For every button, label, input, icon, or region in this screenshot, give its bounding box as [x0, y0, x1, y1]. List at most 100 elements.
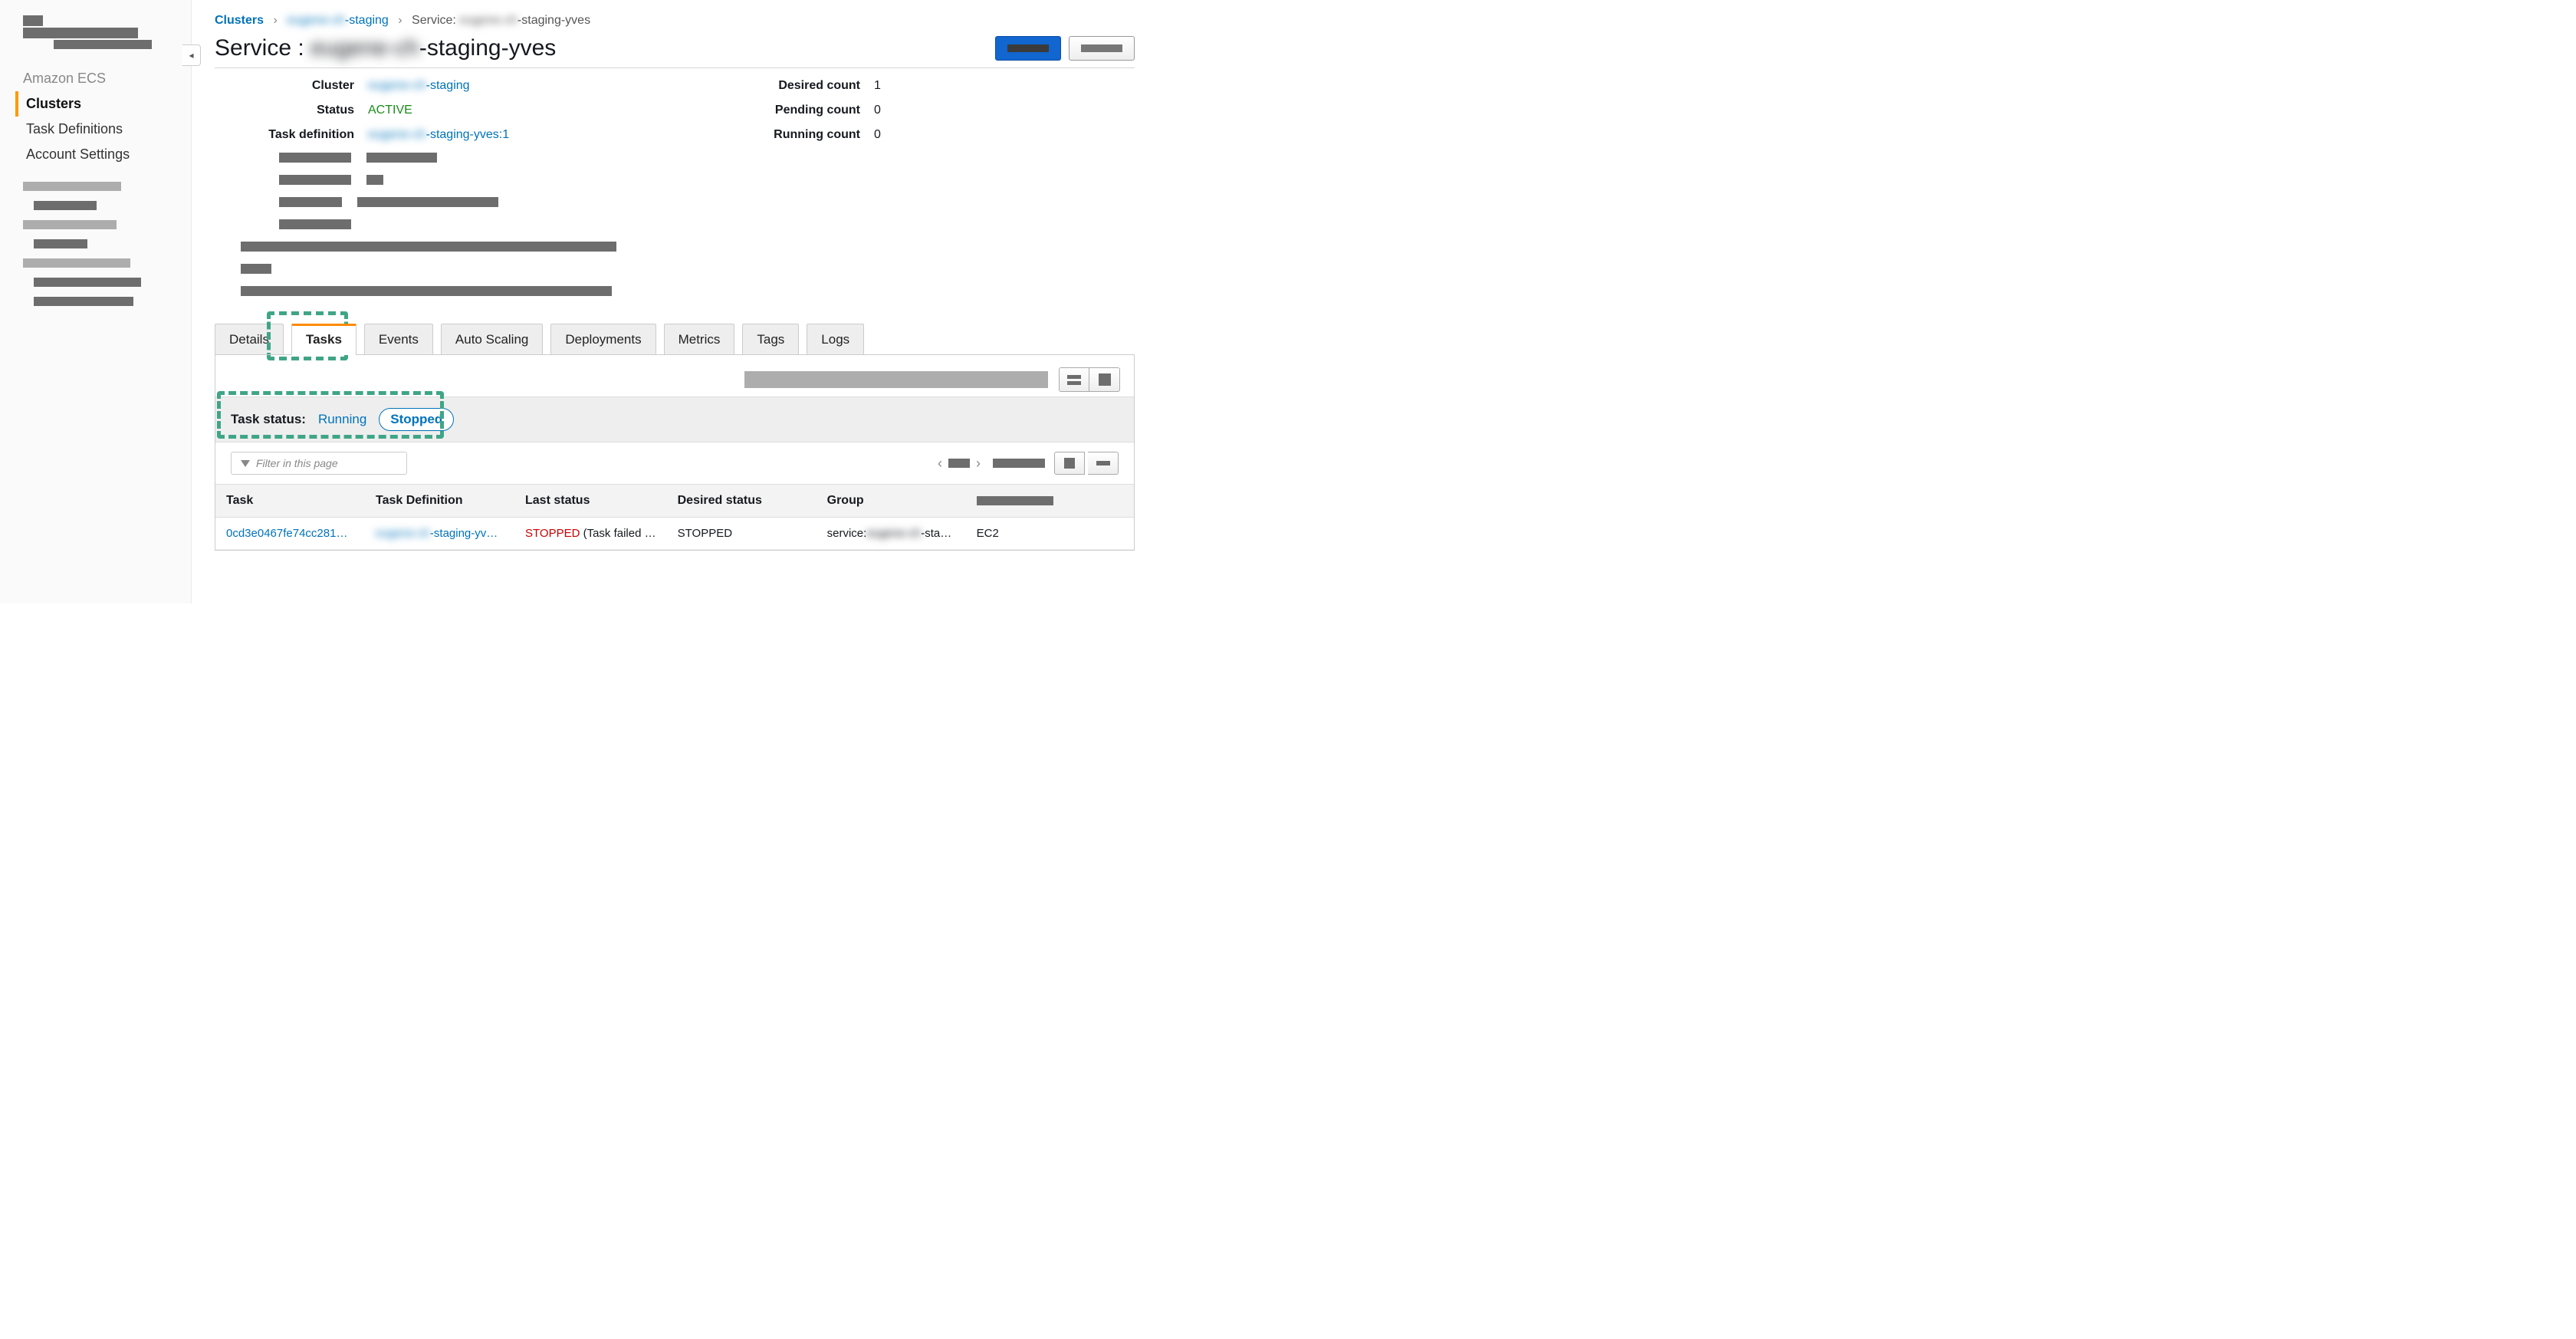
- sidebar-collapse-toggle[interactable]: ◂: [182, 44, 201, 66]
- placeholder-bar: [993, 459, 1045, 468]
- main-content: Clusters › eugene-ch-staging › Service: …: [199, 0, 1150, 604]
- task-status-bar: Task status: Running Stopped: [215, 396, 1134, 442]
- cell-launch-type: EC2: [966, 518, 1134, 550]
- sidebar-service-title: Amazon ECS: [0, 60, 191, 91]
- redacted-text: eugene-ch: [459, 14, 518, 27]
- placeholder-bar: [23, 15, 43, 26]
- breadcrumb-root[interactable]: Clusters: [215, 14, 264, 27]
- placeholder-bar: [34, 239, 87, 248]
- filter-input[interactable]: Filter in this page: [231, 452, 407, 475]
- redacted-text: eugene-ch: [310, 35, 419, 61]
- label-task-definition: Task definition: [230, 128, 368, 142]
- placeholder-bar: [279, 197, 342, 207]
- tab-logs[interactable]: Logs: [807, 324, 864, 355]
- placeholder-bar: [1096, 461, 1110, 466]
- pager-box-right[interactable]: [1088, 452, 1119, 475]
- tab-deployments[interactable]: Deployments: [550, 324, 656, 355]
- cluster-link[interactable]: eugene-ch-staging: [368, 79, 470, 92]
- view-toggle-list[interactable]: [1059, 367, 1089, 392]
- placeholder-bar: [23, 220, 117, 229]
- view-toggle: [1059, 367, 1120, 392]
- th-group[interactable]: Group: [816, 485, 966, 518]
- placeholder-bar: [366, 175, 383, 185]
- placeholder-bar: [34, 297, 133, 306]
- chevron-right-icon: ›: [398, 14, 402, 27]
- status-badge: STOPPED: [525, 527, 580, 540]
- table-row: 0cd3e0467fe74cc281… eugene-ch-staging-yv…: [215, 518, 1134, 550]
- pager-prev[interactable]: ‹: [935, 456, 945, 472]
- placeholder-bar: [1007, 44, 1049, 52]
- pager-next[interactable]: ›: [973, 456, 984, 472]
- pager-box-left[interactable]: [1054, 452, 1085, 475]
- redacted-text: eugene-ch: [866, 527, 921, 540]
- sidebar-item-task-definitions[interactable]: Task Definitions: [15, 117, 191, 142]
- placeholder-bar: [241, 286, 612, 296]
- breadcrumb-service: Service: eugene-ch-staging-yves: [412, 14, 590, 27]
- placeholder-bar: [1081, 44, 1122, 52]
- cell-task-definition: eugene-ch-staging-yv…: [365, 518, 514, 550]
- sidebar: Amazon ECS Clusters Task Definitions Acc…: [0, 0, 192, 604]
- table-header-row: Task Task Definition Last status Desired…: [215, 485, 1134, 518]
- pager: ‹ ›: [935, 452, 1119, 475]
- value-cluster: eugene-ch-staging: [368, 79, 644, 93]
- placeholder-bar: [948, 459, 970, 468]
- cell-last-status: STOPPED (Task failed …: [514, 518, 667, 550]
- value-desired-count: 1: [874, 79, 905, 93]
- placeholder-bar: [54, 40, 152, 49]
- chevron-right-icon: ›: [273, 14, 277, 27]
- tab-events[interactable]: Events: [364, 324, 433, 355]
- tab-tags[interactable]: Tags: [742, 324, 799, 355]
- label-desired-count: Desired count: [644, 79, 874, 93]
- view-toggle-card[interactable]: [1089, 367, 1120, 392]
- tasks-table: Task Task Definition Last status Desired…: [215, 484, 1134, 550]
- secondary-action-button[interactable]: [1069, 36, 1135, 61]
- task-link[interactable]: 0cd3e0467fe74cc281…: [226, 527, 347, 540]
- redacted-text: eugene-ch: [376, 527, 430, 540]
- placeholder-bar: [744, 371, 1048, 388]
- service-detail-grid: Cluster eugene-ch-staging Desired count …: [215, 79, 1135, 142]
- panel-toolbar: [215, 355, 1134, 396]
- th-desired-status[interactable]: Desired status: [667, 485, 816, 518]
- th-launch-type[interactable]: [966, 485, 1134, 518]
- page-title: Service : eugene-ch-staging-yves: [215, 35, 556, 61]
- filter-icon: [241, 460, 250, 467]
- extra-placeholder-block: [215, 142, 1135, 319]
- tab-details[interactable]: Details: [215, 324, 284, 355]
- tab-metrics[interactable]: Metrics: [664, 324, 735, 355]
- sidebar-header-row: [23, 15, 176, 40]
- th-task-definition[interactable]: Task Definition: [365, 485, 514, 518]
- title-row: Service : eugene-ch-staging-yves: [215, 35, 1135, 68]
- sidebar-item-clusters[interactable]: Clusters: [15, 91, 191, 117]
- label-running-count: Running count: [644, 128, 874, 142]
- placeholder-bar: [366, 153, 437, 163]
- value-pending-count: 0: [874, 104, 905, 117]
- tab-panel-tasks: Task status: Running Stopped Filter in t…: [215, 354, 1135, 551]
- tab-tasks[interactable]: Tasks: [291, 324, 356, 355]
- sidebar-nav: Clusters Task Definitions Account Settin…: [0, 91, 191, 167]
- value-status: ACTIVE: [368, 104, 644, 117]
- placeholder-bar: [1064, 458, 1075, 469]
- title-buttons: [995, 36, 1135, 61]
- sidebar-item-account-settings[interactable]: Account Settings: [15, 142, 191, 167]
- tab-auto-scaling[interactable]: Auto Scaling: [441, 324, 543, 355]
- task-definition-link[interactable]: eugene-ch-staging-yv…: [376, 527, 498, 540]
- filter-placeholder: Filter in this page: [256, 457, 338, 469]
- task-status-stopped-pill[interactable]: Stopped: [379, 408, 454, 431]
- label-pending-count: Pending count: [644, 104, 874, 117]
- th-task[interactable]: Task: [215, 485, 365, 518]
- task-definition-link[interactable]: eugene-ch-staging-yves:1: [368, 128, 509, 141]
- placeholder-bar: [34, 278, 141, 287]
- label-status: Status: [230, 104, 368, 117]
- placeholder-bar: [279, 175, 351, 185]
- th-last-status[interactable]: Last status: [514, 485, 667, 518]
- redacted-text: eugene-ch: [368, 128, 426, 141]
- filter-row: Filter in this page ‹ ›: [215, 442, 1134, 484]
- square-icon: [1099, 373, 1111, 386]
- breadcrumb: Clusters › eugene-ch-staging › Service: …: [215, 14, 1135, 28]
- task-status-running[interactable]: Running: [318, 412, 366, 427]
- placeholder-bar: [23, 258, 130, 268]
- cell-group: service:eugene-ch-sta…: [816, 518, 966, 550]
- value-running-count: 0: [874, 128, 905, 142]
- breadcrumb-cluster[interactable]: eugene-ch-staging: [287, 14, 389, 27]
- primary-action-button[interactable]: [995, 36, 1061, 61]
